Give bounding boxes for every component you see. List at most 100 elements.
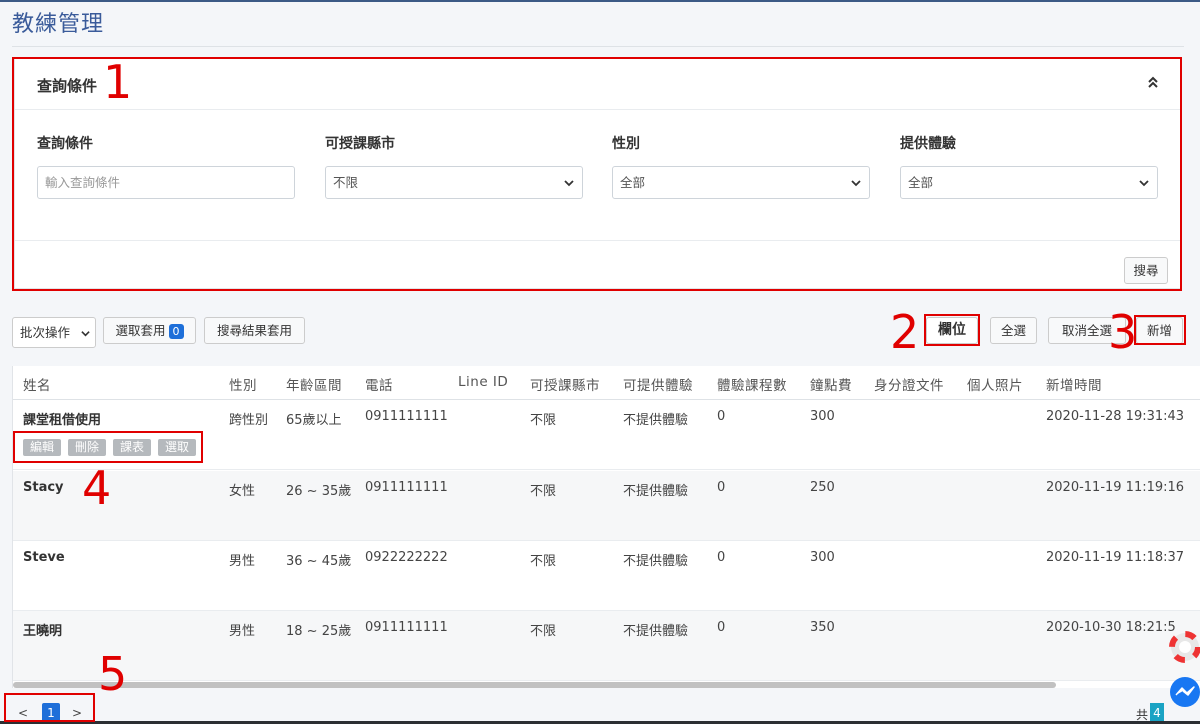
prev-page-button[interactable]: <: [14, 703, 32, 723]
gender-select-value: 全部: [620, 175, 646, 190]
city-select[interactable]: 不限: [325, 166, 583, 199]
cell-city: 不限: [530, 554, 557, 569]
cell-name: Stacy: [23, 480, 64, 495]
experience-select[interactable]: 全部: [900, 166, 1158, 199]
apply-results-button[interactable]: 搜尋結果套用: [204, 317, 305, 344]
cell-fee: 250: [810, 480, 835, 495]
delete-button[interactable]: 刪除: [68, 439, 106, 456]
collapse-up-icon[interactable]: [1146, 75, 1160, 89]
table-row[interactable]: 課堂租借使用 跨性別 65歲以上 0911111111 不限 不提供體驗 0 3…: [13, 400, 1200, 470]
page-title: 教練管理: [12, 12, 105, 37]
lifebuoy-icon[interactable]: [1168, 630, 1200, 664]
cell-gender: 男性: [229, 624, 256, 639]
cell-gender: 女性: [229, 484, 256, 499]
cell-experience: 不提供體驗: [623, 624, 689, 639]
cell-experience: 不提供體驗: [623, 484, 689, 499]
cell-phone: 0911111111: [365, 409, 448, 424]
gender-select[interactable]: 全部: [612, 166, 870, 199]
annotation-number-5: 5: [98, 647, 128, 701]
title-divider: [12, 46, 1184, 47]
next-page-button[interactable]: >: [68, 703, 86, 723]
cell-name: 課堂租借使用: [23, 413, 102, 428]
cell-phone: 0911111111: [365, 480, 448, 495]
cell-created: 2020-10-30 18:21:5: [1046, 620, 1176, 635]
batch-action-label: 批次操作: [20, 325, 71, 340]
cell-course-count: 0: [717, 550, 726, 565]
column-header[interactable]: 可授課縣市: [530, 374, 600, 394]
cell-phone: 0911111111: [365, 620, 448, 635]
cell-age: 26 ~ 35歲: [286, 484, 352, 499]
cell-name: 王曉明: [23, 624, 63, 639]
coach-table: 姓名 性別 年齡區間 電話 Line ID 可授課縣市 可提供體驗 體驗課程數 …: [12, 366, 1200, 688]
page-1-button[interactable]: 1: [42, 703, 60, 723]
table-row[interactable]: Stacy 女性 26 ~ 35歲 0911111111 不限 不提供體驗 0 …: [13, 471, 1200, 541]
cell-age: 65歲以上: [286, 413, 342, 428]
cell-city: 不限: [530, 624, 557, 639]
cell-course-count: 0: [717, 409, 726, 424]
search-button[interactable]: 搜尋: [1124, 257, 1168, 284]
chevron-down-icon: [1139, 180, 1149, 187]
experience-select-value: 全部: [908, 175, 934, 190]
messenger-icon[interactable]: [1168, 675, 1200, 709]
table-header: 姓名 性別 年齡區間 電話 Line ID 可授課縣市 可提供體驗 體驗課程數 …: [13, 366, 1200, 400]
cell-fee: 300: [810, 409, 835, 424]
cell-experience: 不提供體驗: [623, 413, 689, 428]
cell-gender: 男性: [229, 554, 256, 569]
column-header[interactable]: Line ID: [458, 374, 508, 390]
cell-gender: 跨性別: [229, 413, 269, 428]
annotation-number-4: 4: [82, 461, 112, 515]
filter-panel: 查詢條件 查詢條件 輸入查詢條件 可授課縣市 不限 性別 全部 提供體驗 全部 …: [14, 58, 1181, 289]
column-header[interactable]: 性別: [229, 374, 257, 394]
cell-created: 2020-11-19 11:18:37: [1046, 550, 1185, 565]
apply-selected-button[interactable]: 選取套用 0: [103, 317, 196, 344]
cell-city: 不限: [530, 484, 557, 499]
cell-fee: 350: [810, 620, 835, 635]
cell-created: 2020-11-28 19:31:43: [1046, 409, 1185, 424]
column-header[interactable]: 個人照片: [967, 374, 1023, 394]
columns-button[interactable]: 欄位: [926, 317, 978, 344]
annotation-number-2: 2: [890, 305, 920, 359]
cell-created: 2020-11-19 11:19:16: [1046, 480, 1185, 495]
batch-action-select[interactable]: 批次操作: [12, 317, 96, 348]
table-row[interactable]: Steve 男性 36 ~ 45歲 0922222222 不限 不提供體驗 0 …: [13, 541, 1200, 611]
query-input[interactable]: 輸入查詢條件: [37, 166, 295, 199]
gender-label: 性別: [612, 136, 640, 152]
city-label: 可授課縣市: [325, 136, 395, 152]
top-accent-line: [0, 0, 1200, 2]
annotation-number-3: 3: [1108, 305, 1138, 359]
chevron-down-icon: [81, 331, 90, 337]
annotation-number-1: 1: [103, 55, 133, 109]
cell-course-count: 0: [717, 620, 726, 635]
chevron-down-icon: [564, 180, 574, 187]
filter-panel-title: 查詢條件: [37, 77, 98, 95]
horizontal-scrollbar[interactable]: [13, 682, 1056, 688]
cell-name: Steve: [23, 550, 65, 565]
experience-label: 提供體驗: [900, 136, 956, 152]
filter-panel-footer: 搜尋: [15, 240, 1180, 288]
column-header[interactable]: 新增時間: [1046, 374, 1102, 394]
schedule-button[interactable]: 課表: [113, 439, 151, 456]
cell-age: 36 ~ 45歲: [286, 554, 352, 569]
select-all-button[interactable]: 全選: [990, 317, 1037, 344]
column-header[interactable]: 鐘點費: [810, 374, 852, 394]
selected-count-badge: 0: [168, 324, 184, 339]
column-header[interactable]: 身分證文件: [874, 374, 944, 394]
cell-phone: 0922222222: [365, 550, 448, 565]
column-header[interactable]: 電話: [365, 374, 393, 394]
cell-age: 18 ~ 25歲: [286, 624, 352, 639]
column-header[interactable]: 姓名: [23, 374, 51, 394]
cell-fee: 300: [810, 550, 835, 565]
cell-course-count: 0: [717, 480, 726, 495]
edit-button[interactable]: 編輯: [23, 439, 61, 456]
filter-panel-header[interactable]: 查詢條件: [15, 59, 1180, 110]
table-row[interactable]: 王曉明 男性 18 ~ 25歲 0911111111 不限 不提供體驗 0 35…: [13, 611, 1200, 681]
chevron-down-icon: [851, 180, 861, 187]
select-button[interactable]: 選取: [158, 439, 196, 456]
column-header[interactable]: 可提供體驗: [623, 374, 693, 394]
column-header[interactable]: 體驗課程數: [717, 374, 787, 394]
column-header[interactable]: 年齡區間: [286, 374, 342, 394]
cell-experience: 不提供體驗: [623, 554, 689, 569]
total-count: 4: [1150, 703, 1164, 723]
add-button[interactable]: 新增: [1136, 317, 1183, 344]
query-label: 查詢條件: [37, 136, 93, 152]
